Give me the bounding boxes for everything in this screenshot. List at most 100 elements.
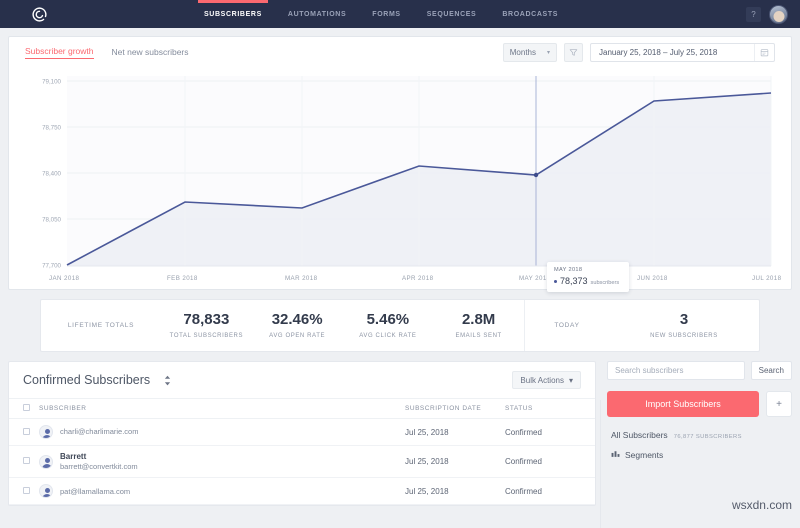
all-subscribers-label: All Subscribers xyxy=(611,430,668,440)
watermark: wsxdn.com xyxy=(732,498,792,512)
stats-section: LIFETIME TOTALS 78,833 TOTAL SUBSCRIBERS… xyxy=(0,290,800,352)
bottom-section: Confirmed Subscribers Bulk Actions ▾ SUB… xyxy=(0,352,800,506)
stat-avg-click-rate: 5.46% AVG CLICK RATE xyxy=(343,300,434,351)
row-status: Confirmed xyxy=(505,446,595,478)
filter-icon[interactable] xyxy=(564,43,583,62)
date-range-picker[interactable]: January 25, 2018 – July 25, 2018 xyxy=(590,43,775,62)
sidebar-item-segments[interactable]: Segments xyxy=(607,440,792,460)
nav-item-sequences[interactable]: SEQUENCES xyxy=(427,0,477,28)
stat-value: 5.46% xyxy=(367,312,410,329)
line-chart-svg: 79,100 78,750 78,400 78,050 77,700 xyxy=(9,68,791,289)
column-status: STATUS xyxy=(505,399,595,419)
row-status: Confirmed xyxy=(505,478,595,505)
stat-total-subscribers: 78,833 TOTAL SUBSCRIBERS xyxy=(161,300,252,351)
tooltip-series-dot xyxy=(554,280,557,283)
row-subscriber-cell: charli@charlimarie.com xyxy=(39,419,405,446)
add-subscriber-button[interactable]: + xyxy=(766,391,792,417)
nav-item-forms[interactable]: FORMS xyxy=(372,0,400,28)
row-date: Jul 25, 2018 xyxy=(405,478,505,505)
subscribers-sidebar: Search Import Subscribers + All Subscrib… xyxy=(596,361,792,506)
row-select-cell xyxy=(9,478,39,505)
tab-subscriber-growth[interactable]: Subscriber growth xyxy=(25,46,94,59)
avatar xyxy=(39,484,53,498)
subscriber-email: barrett@convertkit.com xyxy=(60,462,138,471)
tooltip-value: 78,373 xyxy=(560,276,588,286)
subscriber-email: pat@llamallama.com xyxy=(60,487,130,496)
nav-item-subscribers[interactable]: SUBSCRIBERS xyxy=(204,0,262,28)
chart-controls: Months ▾ January 25, 2018 – July 25, 201… xyxy=(503,43,775,62)
page-title: Confirmed Subscribers xyxy=(23,373,150,387)
x-tick-1: FEB 2018 xyxy=(167,275,198,282)
nav-item-broadcasts[interactable]: BROADCASTS xyxy=(502,0,558,28)
date-range-value: January 25, 2018 – July 25, 2018 xyxy=(599,48,717,57)
column-subscriber: SUBSCRIBER xyxy=(39,399,405,419)
tooltip-title: MAY 2018 xyxy=(554,267,622,273)
stats-bar: LIFETIME TOTALS 78,833 TOTAL SUBSCRIBERS… xyxy=(40,299,760,352)
table-row[interactable]: charli@charlimarie.com Jul 25, 2018 Conf… xyxy=(9,419,595,446)
segments-label: Segments xyxy=(625,450,663,460)
row-subscriber-cell: Barrett barrett@convertkit.com xyxy=(39,446,405,478)
today-label: TODAY xyxy=(554,322,579,329)
lifetime-totals-label: LIFETIME TOTALS xyxy=(68,322,134,329)
select-all-cell xyxy=(9,399,39,419)
row-checkbox[interactable] xyxy=(23,487,30,494)
y-tick-4: 77,700 xyxy=(42,263,61,270)
sort-updown-icon[interactable] xyxy=(164,375,171,386)
sidebar-item-all-subscribers[interactable]: All Subscribers 76,877 SUBSCRIBERS xyxy=(607,417,792,440)
search-input[interactable] xyxy=(607,361,745,380)
y-tick-3: 78,050 xyxy=(42,217,61,224)
bulk-actions-label: Bulk Actions xyxy=(520,376,564,385)
stat-label: AVG CLICK RATE xyxy=(359,333,416,339)
x-tick-3: APR 2018 xyxy=(402,275,434,282)
import-subscribers-button[interactable]: Import Subscribers xyxy=(607,391,759,417)
chart-plot-area: 79,100 78,750 78,400 78,050 77,700 xyxy=(9,68,791,289)
calendar-icon xyxy=(754,44,774,61)
subscribers-table: SUBSCRIBER SUBSCRIPTION DATE STATUS char… xyxy=(9,398,595,505)
search-button[interactable]: Search xyxy=(751,361,792,380)
granularity-value: Months xyxy=(510,48,536,57)
stat-new-subscribers: 3 NEW SUBSCRIBERS xyxy=(609,300,759,351)
chevron-down-icon: ▾ xyxy=(569,376,573,385)
granularity-select[interactable]: Months ▾ xyxy=(503,43,557,62)
avatar[interactable] xyxy=(769,5,788,24)
y-tick-1: 78,750 xyxy=(42,125,61,132)
x-tick-6: JUL 2018 xyxy=(752,275,782,282)
top-navigation-bar: SUBSCRIBERS AUTOMATIONS FORMS SEQUENCES … xyxy=(0,0,800,28)
convertkit-logo-icon[interactable] xyxy=(24,0,54,28)
y-tick-0: 79,100 xyxy=(42,79,61,86)
stat-avg-open-rate: 32.46% AVG OPEN RATE xyxy=(252,300,343,351)
chart-tabs: Subscriber growth Net new subscribers xyxy=(25,46,189,59)
nav-item-automations[interactable]: AUTOMATIONS xyxy=(288,0,346,28)
stat-label: EMAILS SENT xyxy=(455,333,501,339)
table-header-row: SUBSCRIBER SUBSCRIPTION DATE STATUS xyxy=(9,399,595,419)
chevron-down-icon: ▾ xyxy=(547,49,550,56)
row-date: Jul 25, 2018 xyxy=(405,419,505,446)
row-subscriber-cell: pat@llamallama.com xyxy=(39,478,405,505)
help-icon[interactable]: ? xyxy=(746,7,761,22)
stat-value: 2.8M xyxy=(462,312,495,329)
table-row[interactable]: pat@llamallama.com Jul 25, 2018 Confirme… xyxy=(9,478,595,505)
row-checkbox[interactable] xyxy=(23,428,30,435)
row-date: Jul 25, 2018 xyxy=(405,446,505,478)
subscriber-email: charli@charlimarie.com xyxy=(60,427,138,436)
row-checkbox[interactable] xyxy=(23,457,30,464)
stat-label: NEW SUBSCRIBERS xyxy=(650,333,718,339)
search-row: Search xyxy=(607,361,792,380)
bulk-actions-button[interactable]: Bulk Actions ▾ xyxy=(512,371,581,389)
stat-value: 78,833 xyxy=(183,312,229,329)
row-select-cell xyxy=(9,419,39,446)
nav-right-group: ? xyxy=(746,0,788,28)
chart-header: Subscriber growth Net new subscribers Mo… xyxy=(9,37,791,68)
stat-emails-sent: 2.8M EMAILS SENT xyxy=(433,300,524,351)
subscribers-header: Confirmed Subscribers Bulk Actions ▾ xyxy=(9,362,595,398)
x-tick-4: MAY 2018 xyxy=(519,275,551,282)
row-status: Confirmed xyxy=(505,419,595,446)
segments-icon xyxy=(611,449,620,460)
main-nav-links: SUBSCRIBERS AUTOMATIONS FORMS SEQUENCES … xyxy=(204,0,558,28)
table-row[interactable]: Barrett barrett@convertkit.com Jul 25, 2… xyxy=(9,446,595,478)
today-label-cell: TODAY xyxy=(524,300,609,351)
select-all-checkbox[interactable] xyxy=(23,404,30,411)
tab-net-new-subscribers[interactable]: Net new subscribers xyxy=(112,47,189,59)
stat-value: 3 xyxy=(680,312,688,329)
tooltip-unit: subscribers xyxy=(591,280,620,286)
